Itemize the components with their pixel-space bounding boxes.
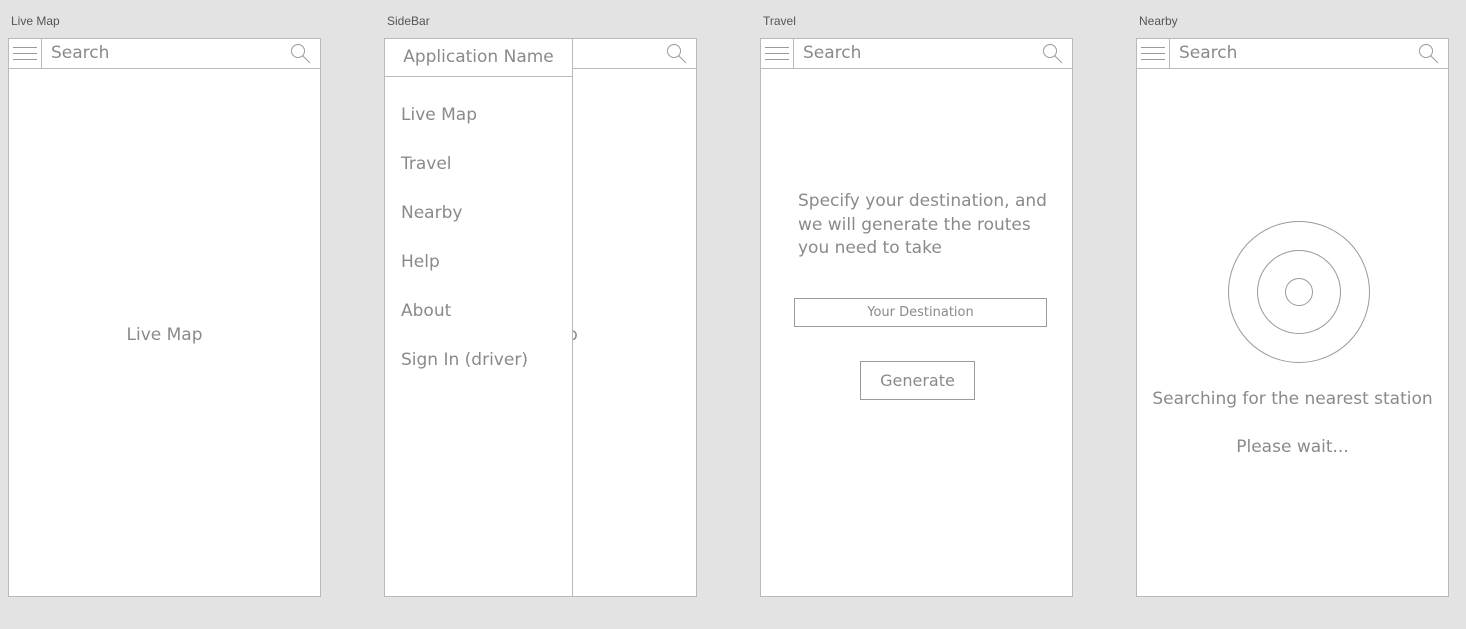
search-icon[interactable] bbox=[1418, 43, 1440, 65]
please-wait-text: Please wait... bbox=[1236, 437, 1349, 457]
screen-label-nearby: Nearby bbox=[1139, 14, 1178, 28]
sidebar-drawer: Application Name Live Map Travel Nearby … bbox=[385, 39, 573, 596]
screen-nearby: Search Searching for the nearest station… bbox=[1136, 38, 1449, 597]
top-bar: Search bbox=[1137, 39, 1448, 69]
search-input[interactable]: Search bbox=[1179, 43, 1237, 63]
live-map-placeholder: Live Map bbox=[126, 325, 203, 345]
search-input[interactable]: Search bbox=[51, 43, 109, 63]
generate-button[interactable]: Generate bbox=[860, 361, 975, 400]
sidebar-item-sign-in[interactable]: Sign In (driver) bbox=[401, 350, 528, 370]
sidebar-item-help[interactable]: Help bbox=[401, 252, 440, 272]
screen-live-map: Search Live Map bbox=[8, 38, 321, 597]
travel-instruction: Specify your destination, and we will ge… bbox=[798, 191, 1047, 258]
menu-icon[interactable] bbox=[1137, 39, 1170, 68]
destination-input[interactable]: Your Destination bbox=[794, 298, 1047, 327]
screen-label-sidebar: SideBar bbox=[387, 14, 430, 28]
searching-status: Searching for the nearest station bbox=[1152, 389, 1433, 409]
sidebar-item-travel[interactable]: Travel bbox=[401, 154, 452, 174]
screen-sidebar: p Application Name Live Map Travel Nearb… bbox=[384, 38, 697, 597]
top-bar: Search bbox=[9, 39, 320, 69]
screen-travel: Search Specify your destination, and we … bbox=[760, 38, 1073, 597]
sidebar-item-live-map[interactable]: Live Map bbox=[401, 105, 477, 125]
search-icon[interactable] bbox=[290, 43, 312, 65]
radar-icon bbox=[1228, 221, 1370, 363]
screen-label-live-map: Live Map bbox=[11, 14, 60, 28]
menu-icon[interactable] bbox=[9, 39, 42, 68]
search-icon[interactable] bbox=[666, 43, 688, 65]
sidebar-item-about[interactable]: About bbox=[401, 301, 451, 321]
menu-icon[interactable] bbox=[761, 39, 794, 68]
search-input[interactable]: Search bbox=[803, 43, 861, 63]
screen-label-travel: Travel bbox=[763, 14, 796, 28]
top-bar: Search bbox=[761, 39, 1072, 69]
app-name: Application Name bbox=[385, 39, 572, 77]
sidebar-item-nearby[interactable]: Nearby bbox=[401, 203, 462, 223]
search-icon[interactable] bbox=[1042, 43, 1064, 65]
